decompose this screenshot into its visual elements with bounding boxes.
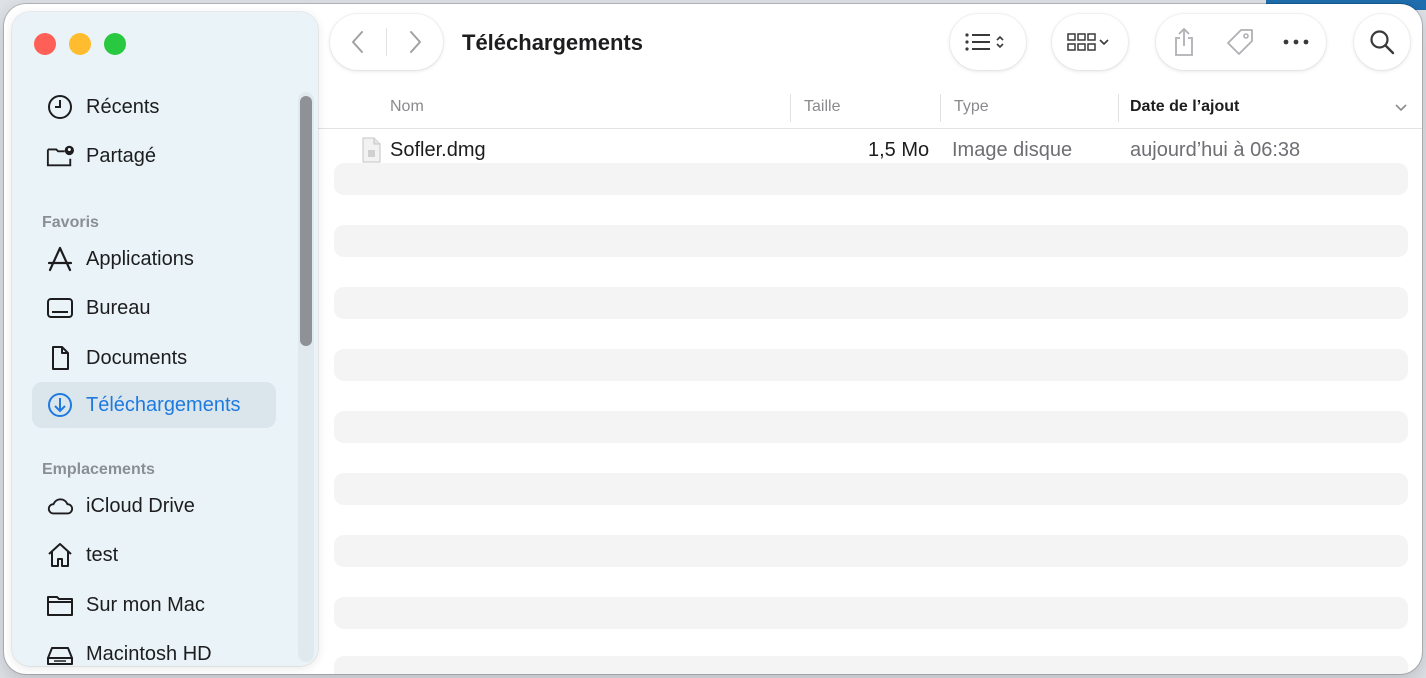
column-type[interactable]: Type <box>954 98 989 116</box>
empty-row <box>334 163 1408 195</box>
applications-icon <box>44 243 76 275</box>
sidebar-item-label: Téléchargements <box>86 393 241 416</box>
empty-row <box>334 287 1408 319</box>
sidebar-item-label: Macintosh HD <box>86 642 212 665</box>
empty-row <box>334 597 1408 629</box>
chevron-left-icon <box>352 31 363 53</box>
file-type: Image disque <box>952 139 1073 161</box>
empty-row <box>334 535 1408 567</box>
empty-row <box>334 656 1408 674</box>
finder-window: Nom Taille Type Date de l’ajout Sofler.d… <box>4 4 1422 674</box>
scroll-thumb[interactable] <box>300 96 312 346</box>
tag-button[interactable] <box>1212 14 1268 70</box>
navigation-buttons <box>330 14 443 70</box>
share-icon <box>1175 27 1193 56</box>
sidebar-item-label: test <box>86 543 119 566</box>
folder-icon <box>44 589 76 621</box>
section-locations: Emplacements <box>42 461 155 478</box>
search-icon <box>1370 30 1395 55</box>
sidebar: Récents Partagé Favoris Applications Bur… <box>12 12 318 666</box>
window-title: Téléchargements <box>462 30 643 55</box>
view-options-button[interactable] <box>950 14 1026 70</box>
sidebar-scrollbar[interactable] <box>298 92 314 662</box>
column-name[interactable]: Nom <box>390 98 424 116</box>
clock-icon <box>44 91 76 123</box>
sidebar-item-label: Sur mon Mac <box>86 593 205 616</box>
tag-icon <box>1227 29 1253 55</box>
sort-chevron-icon[interactable] <box>1394 100 1408 118</box>
empty-row <box>334 225 1408 257</box>
back-button[interactable] <box>330 14 386 70</box>
shared-folder-icon <box>44 140 76 172</box>
empty-row <box>334 349 1408 381</box>
sidebar-item-recents[interactable]: Récents <box>32 84 276 130</box>
file-size: 1,5 Mo <box>868 139 930 161</box>
list-view-icon <box>965 33 1004 51</box>
zoom-button[interactable] <box>104 33 126 55</box>
ellipsis-icon <box>1283 39 1309 45</box>
document-icon <box>44 342 76 374</box>
close-button[interactable] <box>34 33 56 55</box>
sidebar-item-label: iCloud Drive <box>86 494 195 517</box>
more-button[interactable] <box>1268 14 1324 70</box>
sidebar-item-desktop[interactable]: Bureau <box>32 285 276 331</box>
cloud-icon <box>44 490 76 522</box>
empty-row <box>334 473 1408 505</box>
sidebar-item-shared[interactable]: Partagé <box>32 133 276 179</box>
search-button[interactable] <box>1354 14 1410 70</box>
sidebar-item-applications[interactable]: Applications <box>32 236 276 282</box>
actions-group <box>1156 14 1326 70</box>
file-date-added: aujourd’hui à 06:38 <box>1130 139 1301 161</box>
empty-row <box>334 411 1408 443</box>
grid-group-icon <box>1067 33 1109 51</box>
sidebar-item-home[interactable]: test <box>32 532 276 578</box>
column-header: Nom Taille Type Date de l’ajout <box>318 88 1422 129</box>
sidebar-item-label: Partagé <box>86 144 157 167</box>
file-row[interactable]: Sofler.dmg 1,5 Mo Image disque aujourd’h… <box>334 133 1408 167</box>
group-button[interactable] <box>1052 14 1128 70</box>
sidebar-item-label: Documents <box>86 346 188 369</box>
sidebar-item-label: Récents <box>86 95 160 118</box>
column-date-added[interactable]: Date de l’ajout <box>1130 98 1239 116</box>
sidebar-item-downloads[interactable]: Téléchargements <box>32 382 276 428</box>
sidebar-item-macintosh-hd[interactable]: Macintosh HD <box>32 631 276 666</box>
section-favorites: Favoris <box>42 214 99 231</box>
drive-icon <box>44 638 76 666</box>
download-icon <box>44 389 76 421</box>
desktop-icon <box>44 292 76 324</box>
sidebar-item-on-my-mac[interactable]: Sur mon Mac <box>32 582 276 628</box>
sidebar-item-icloud-drive[interactable]: iCloud Drive <box>32 483 276 529</box>
column-size[interactable]: Taille <box>804 98 840 116</box>
minimize-button[interactable] <box>69 33 91 55</box>
file-name: Sofler.dmg <box>390 139 486 161</box>
sidebar-item-documents[interactable]: Documents <box>32 335 276 381</box>
chevron-right-icon <box>410 31 421 53</box>
sidebar-item-label: Bureau <box>86 296 151 319</box>
forward-button[interactable] <box>387 14 443 70</box>
sidebar-item-label: Applications <box>86 247 194 270</box>
share-button[interactable] <box>1156 14 1212 70</box>
home-icon <box>44 539 76 571</box>
